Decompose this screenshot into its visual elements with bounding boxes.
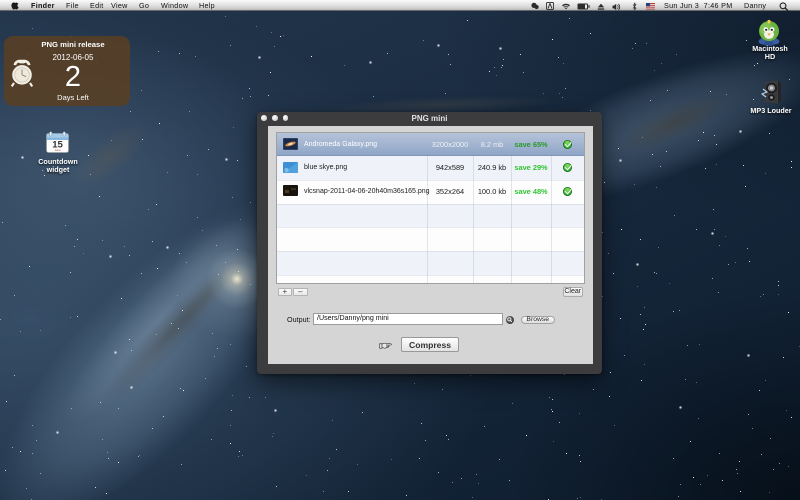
svg-text:June: June — [54, 148, 61, 152]
